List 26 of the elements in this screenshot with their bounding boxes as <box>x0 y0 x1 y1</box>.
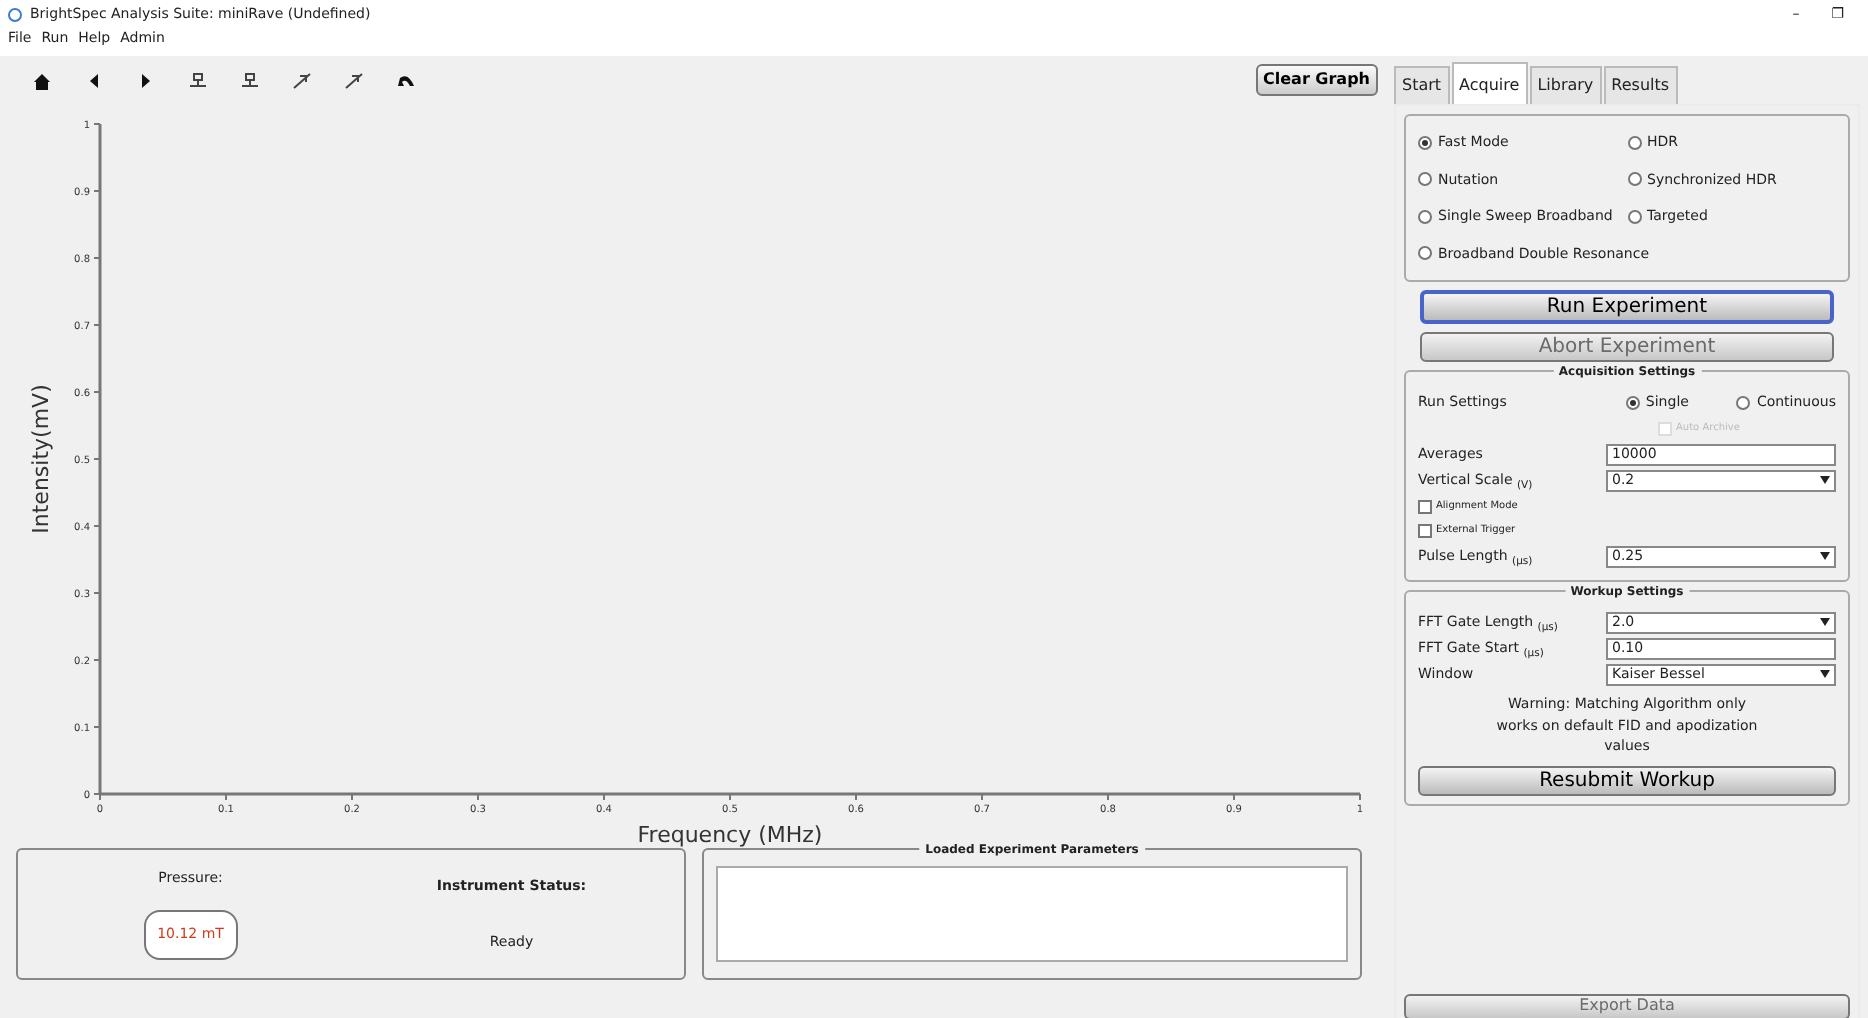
radio-button[interactable] <box>1418 209 1432 224</box>
resubmit-workup-button[interactable]: Resubmit Workup <box>1418 765 1836 795</box>
radio-button[interactable] <box>1627 135 1641 150</box>
tab[interactable]: Acquire <box>1451 62 1528 104</box>
clear-graph-button[interactable]: Clear Graph <box>1255 64 1378 96</box>
checkbox[interactable] <box>1418 523 1432 538</box>
tab[interactable]: Library <box>1529 66 1602 104</box>
radio-button[interactable] <box>1418 172 1432 187</box>
caret-icon <box>1820 552 1830 561</box>
radio-button[interactable] <box>1627 209 1641 224</box>
y-axis-label: Intensity(mV) <box>28 384 54 534</box>
app-icon <box>8 7 22 21</box>
run-experiment-button[interactable]: Run Experiment <box>1420 290 1834 324</box>
radio-button[interactable] <box>1627 172 1641 187</box>
radio-button[interactable] <box>1736 395 1751 410</box>
x-axis-label: Frequency (MHz) <box>637 822 823 848</box>
tab[interactable]: Results <box>1603 66 1678 104</box>
checkbox[interactable] <box>1418 500 1432 515</box>
radio-button[interactable] <box>1418 246 1432 261</box>
caret-icon <box>1820 670 1830 679</box>
radio-button[interactable] <box>1625 395 1640 410</box>
caret-icon <box>1820 476 1830 485</box>
radio-button[interactable] <box>1418 135 1432 150</box>
caret-icon <box>1820 618 1830 627</box>
tab[interactable]: Start <box>1394 66 1450 104</box>
home-icon[interactable] <box>32 69 52 91</box>
